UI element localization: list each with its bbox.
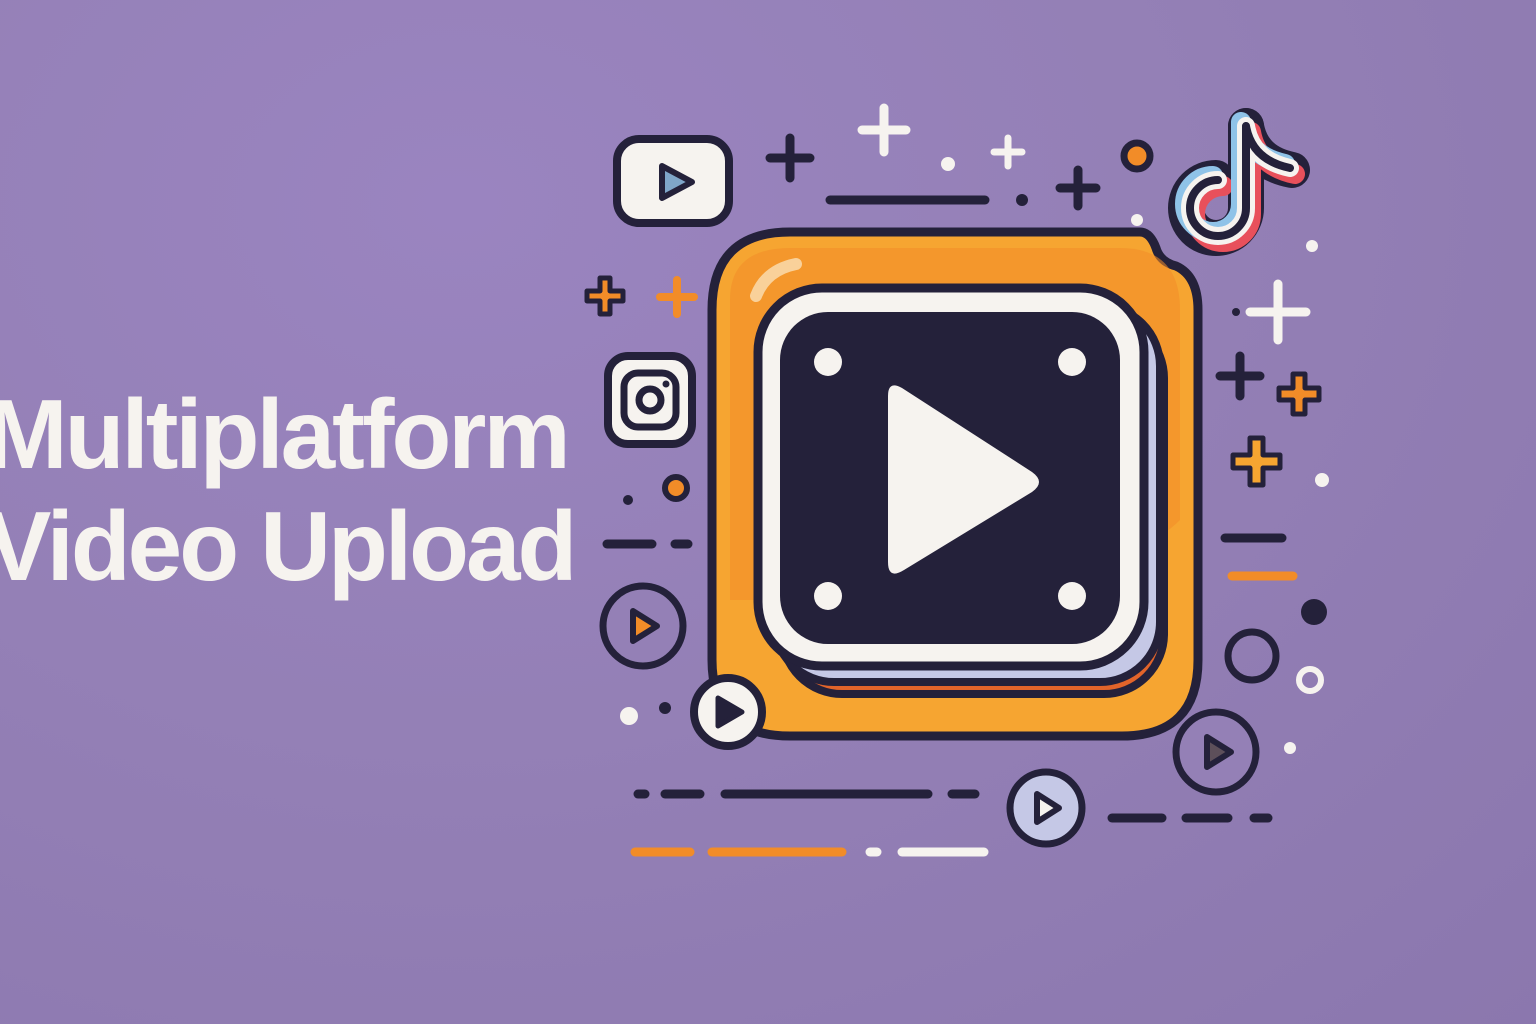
headline-line-2: Video Upload xyxy=(0,491,577,601)
play-circle-icon xyxy=(690,674,766,750)
tiktok-icon xyxy=(1168,108,1310,256)
play-circle-icon xyxy=(599,582,687,670)
instagram-icon xyxy=(604,352,696,448)
main-video-app-icon xyxy=(707,227,1203,741)
video-upload-illustration xyxy=(584,103,1329,857)
play-circle-icon xyxy=(1006,768,1086,848)
youtube-icon xyxy=(613,135,733,227)
headline: Multiplatform Video Upload xyxy=(0,378,577,602)
play-circle-icon xyxy=(1172,708,1260,796)
headline-line-1: Multiplatform xyxy=(0,379,571,489)
